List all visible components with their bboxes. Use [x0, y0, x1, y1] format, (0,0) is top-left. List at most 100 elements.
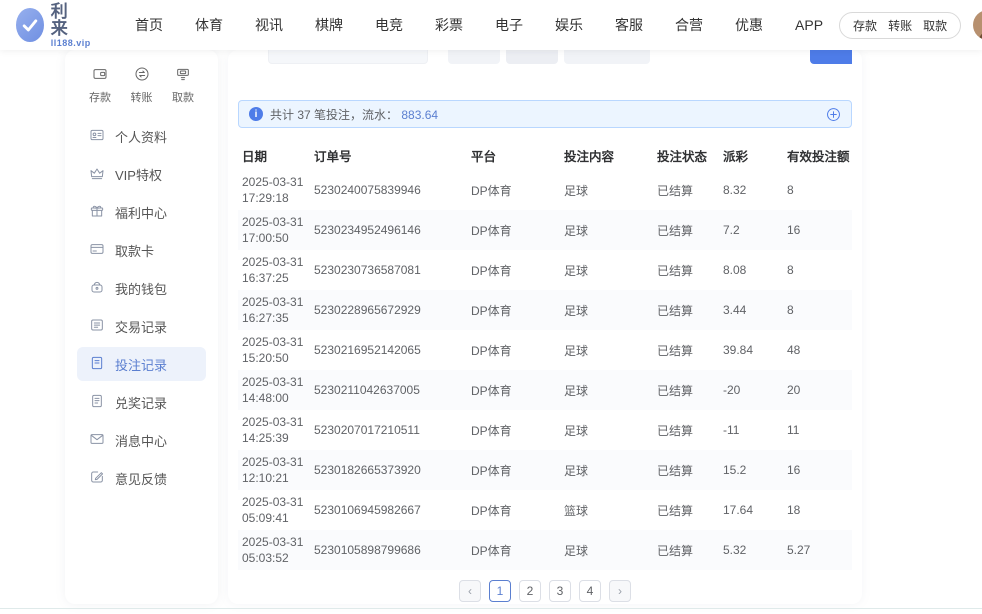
wallet-icon: [89, 279, 105, 298]
date-value: 2025-03-31: [242, 174, 306, 190]
nav-item[interactable]: 彩票: [419, 15, 479, 35]
deposit-icon: [92, 66, 108, 85]
cell-valid: 16: [783, 210, 852, 250]
plus-circle-icon[interactable]: [826, 107, 841, 122]
sidebar-item[interactable]: 消息中心: [77, 423, 206, 457]
transaction-icon: [89, 317, 105, 336]
user-box: anxin3399总资产：1363.49元 永久域名：ll188.vip | l…: [973, 10, 982, 40]
prev-page-button[interactable]: ‹: [459, 580, 481, 602]
cell-order: 5230230736587081: [310, 250, 467, 290]
cell-status: 已结算: [653, 490, 719, 530]
sidebar-item-label: 兑奖记录: [115, 393, 167, 412]
nav-item[interactable]: 体育: [179, 15, 239, 35]
cell-order: 5230240075839946: [310, 170, 467, 210]
column-header: 平台: [467, 140, 560, 170]
time-value: 17:29:18: [242, 190, 306, 206]
flow-value: 883.64: [401, 108, 438, 122]
cell-platform: DP体育: [467, 250, 560, 290]
avatar[interactable]: [973, 10, 982, 40]
table-row: 2025-03-3105:09:415230106945982667DP体育篮球…: [238, 490, 852, 530]
nav-item[interactable]: 视讯: [239, 15, 299, 35]
cell-payout: 5.32: [719, 530, 783, 570]
sidebar-item[interactable]: 兑奖记录: [77, 385, 206, 419]
nav-item[interactable]: 客服: [599, 15, 659, 35]
cell-order: 5230207017210511: [310, 410, 467, 450]
nav-item[interactable]: 电子: [479, 15, 539, 35]
cell-payout: -11: [719, 410, 783, 450]
cell-content: 篮球: [560, 490, 653, 530]
page-button[interactable]: 4: [579, 580, 601, 602]
cell-date: 2025-03-3112:10:21: [238, 450, 310, 490]
pill-action-button[interactable]: 取款: [923, 17, 947, 34]
time-value: 14:48:00: [242, 390, 306, 406]
cell-payout: 7.2: [719, 210, 783, 250]
cell-status: 已结算: [653, 450, 719, 490]
date-value: 2025-03-31: [242, 254, 306, 270]
wallet-quick-actions: 存款转账取款: [839, 12, 961, 39]
table-row: 2025-03-3114:25:395230207017210511DP体育足球…: [238, 410, 852, 450]
cell-content: 足球: [560, 410, 653, 450]
column-header: 派彩: [719, 140, 783, 170]
nav-item[interactable]: 优惠: [719, 15, 779, 35]
nav-item[interactable]: 合营: [659, 15, 719, 35]
nav-item[interactable]: 棋牌: [299, 15, 359, 35]
cell-payout: 15.2: [719, 450, 783, 490]
table-row: 2025-03-3115:20:505230216952142065DP体育足球…: [238, 330, 852, 370]
cell-valid: 11: [783, 410, 852, 450]
cell-status: 已结算: [653, 530, 719, 570]
cell-status: 已结算: [653, 330, 719, 370]
date-value: 2025-03-31: [242, 374, 306, 390]
page-button[interactable]: 2: [519, 580, 541, 602]
date-value: 2025-03-31: [242, 214, 306, 230]
sidebar-item[interactable]: 投注记录: [77, 347, 206, 381]
nav-item[interactable]: APP: [779, 17, 839, 33]
sidebar-item[interactable]: VIP特权: [77, 157, 206, 191]
cell-status: 已结算: [653, 170, 719, 210]
search-button[interactable]: [810, 50, 852, 64]
date-value: 2025-03-31: [242, 334, 306, 350]
sidebar: 存款转账取款 个人资料 VIP特权福利中心取款卡我的钱包交易记录投注记录兑奖记录消…: [65, 50, 218, 604]
sidebar-item[interactable]: 取款卡: [77, 233, 206, 267]
pill-action-button[interactable]: 转账: [888, 17, 912, 34]
filter-tab-2[interactable]: [506, 50, 558, 64]
time-value: 17:00:50: [242, 230, 306, 246]
cell-platform: DP体育: [467, 290, 560, 330]
cell-payout: 8.32: [719, 170, 783, 210]
sidebar-item[interactable]: 我的钱包: [77, 271, 206, 305]
cell-date: 2025-03-3117:00:50: [238, 210, 310, 250]
pagination: ‹ 1234 ›: [238, 580, 852, 602]
gift-icon: [89, 203, 105, 222]
time-value: 12:10:21: [242, 470, 306, 486]
cell-date: 2025-03-3116:37:25: [238, 250, 310, 290]
filter-input[interactable]: [268, 50, 428, 64]
pill-action-button[interactable]: 存款: [853, 17, 877, 34]
sidebar-item[interactable]: 意见反馈: [77, 461, 206, 495]
cell-platform: DP体育: [467, 330, 560, 370]
main-nav: 首页体育视讯棋牌电竞彩票电子娱乐客服合营优惠APP: [119, 15, 839, 35]
withdraw-icon: [175, 66, 191, 85]
page-button[interactable]: 3: [549, 580, 571, 602]
cell-content: 足球: [560, 450, 653, 490]
sidebar-item[interactable]: 福利中心: [77, 195, 206, 229]
cell-platform: DP体育: [467, 410, 560, 450]
sidebar-quick-deposit[interactable]: 存款: [89, 66, 111, 105]
cell-content: 足球: [560, 250, 653, 290]
sidebar-quick-withdraw[interactable]: 取款: [172, 66, 194, 105]
cell-date: 2025-03-3105:09:41: [238, 490, 310, 530]
feedback-icon: [89, 469, 105, 488]
sidebar-quick-transfer[interactable]: 转账: [131, 66, 153, 105]
next-page-button[interactable]: ›: [609, 580, 631, 602]
cell-payout: 3.44: [719, 290, 783, 330]
filter-tab-1[interactable]: [448, 50, 500, 64]
page-button[interactable]: 1: [489, 580, 511, 602]
nav-item[interactable]: 电竞: [359, 15, 419, 35]
sidebar-item[interactable]: 个人资料: [77, 119, 206, 153]
nav-item[interactable]: 首页: [119, 15, 179, 35]
sidebar-item[interactable]: 交易记录: [77, 309, 206, 343]
nav-item[interactable]: 娱乐: [539, 15, 599, 35]
cell-date: 2025-03-3115:20:50: [238, 330, 310, 370]
filter-label: [238, 50, 260, 66]
cell-date: 2025-03-3117:29:18: [238, 170, 310, 210]
filter-tab-3[interactable]: [564, 50, 650, 64]
site-logo[interactable]: 利 来 ll188.vip: [16, 3, 97, 48]
